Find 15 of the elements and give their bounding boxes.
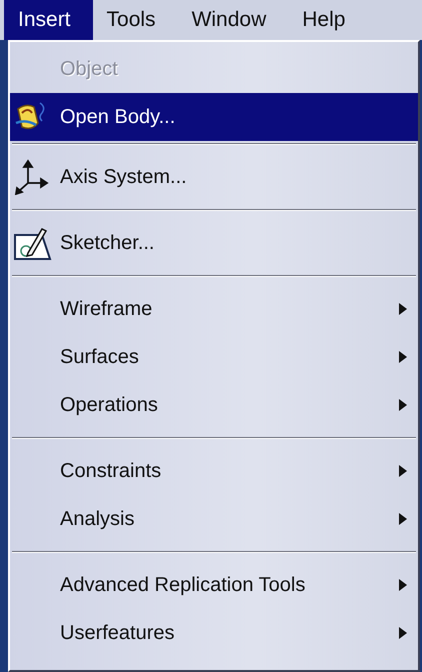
sketcher-icon (12, 225, 52, 261)
menu-item[interactable]: Surfaces (10, 333, 418, 381)
menu-bar-item[interactable]: Help (288, 0, 368, 40)
menu-item[interactable]: Axis System... (10, 153, 418, 201)
menu-item[interactable]: Analysis (10, 495, 418, 543)
menu-item[interactable]: Advanced Replication Tools (10, 561, 418, 609)
menu-item[interactable]: Open Body... (10, 93, 418, 141)
menu-bar-item[interactable]: Insert (4, 0, 93, 40)
menu-item[interactable]: Sketcher... (10, 219, 418, 267)
menu-item[interactable]: Operations (10, 381, 418, 429)
menu-item[interactable]: Constraints (10, 447, 418, 495)
menu-bar-item[interactable]: Window (178, 0, 288, 40)
menu-item[interactable]: Userfeatures (10, 609, 418, 657)
menu-bar-item[interactable]: Tools (92, 0, 178, 40)
menu-item[interactable]: Wireframe (10, 285, 418, 333)
